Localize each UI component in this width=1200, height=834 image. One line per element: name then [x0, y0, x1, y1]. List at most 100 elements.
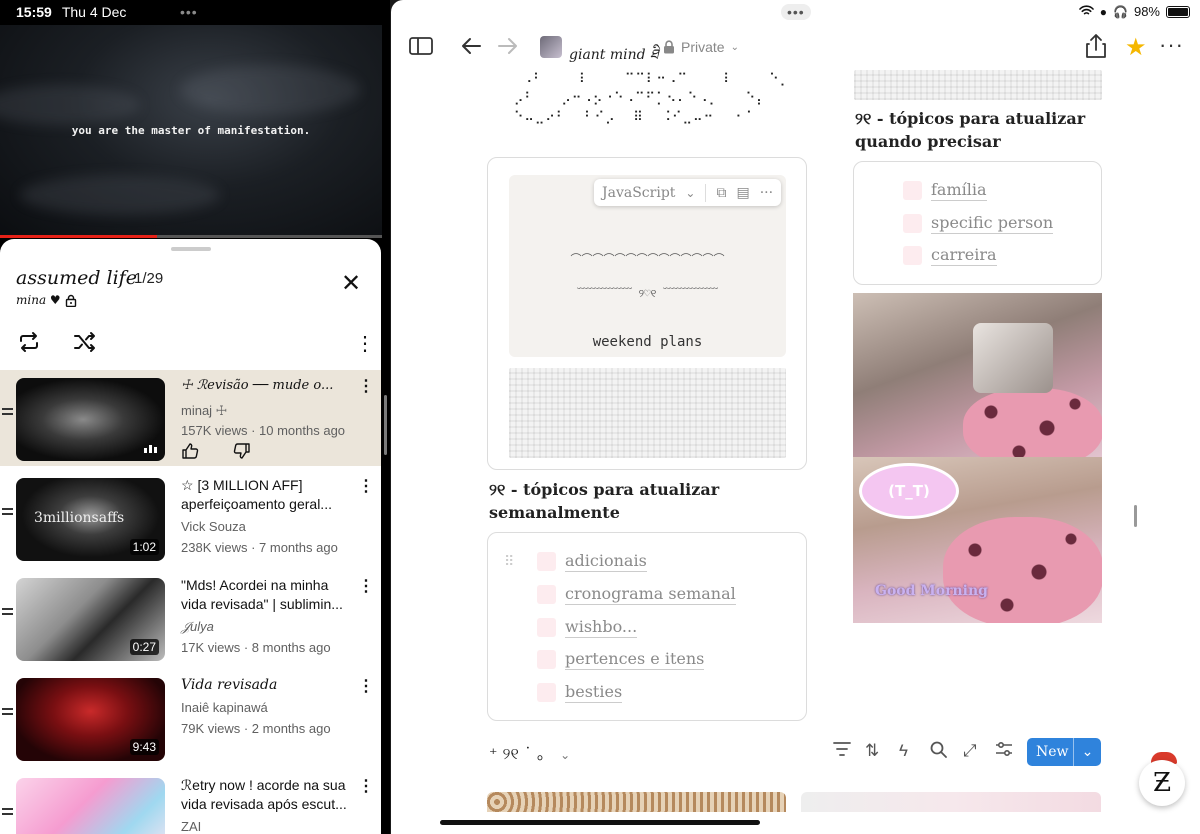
video-channel: ZAI: [181, 819, 202, 834]
loop-button[interactable]: [15, 329, 43, 357]
checkbox[interactable]: [537, 552, 556, 571]
video-thumbnail[interactable]: 3millionsaffs 1:02: [16, 478, 165, 561]
playlist-item[interactable]: 3millionsaffs 1:02 ☆ [3 MILLION AFF] ape…: [0, 470, 381, 566]
divider: [705, 183, 707, 202]
code-block[interactable]: JavaScript ⌄ ⧉ ▤ ··· ︵︵︵︵︵︵︵︵︵︵︵︵︵︵ ﹋﹋﹋﹋…: [509, 175, 786, 438]
filter-icon[interactable]: [833, 741, 851, 762]
todo-item[interactable]: adicionais: [537, 551, 647, 572]
drag-handle-icon[interactable]: ⠿: [504, 553, 514, 570]
workspace-avatar[interactable]: [540, 36, 562, 58]
video-thumbnail[interactable]: [16, 378, 165, 461]
video-channel: minaj ☩: [181, 403, 228, 418]
todo-label[interactable]: adicionais: [565, 551, 647, 572]
playlist-item[interactable]: 9:43 Vida revisada Inaiê kapinawá 79K vi…: [0, 670, 381, 766]
checkbox[interactable]: [903, 214, 922, 233]
database-title[interactable]: ⁺ ୨୧ ˙ ｡ ⌄: [489, 740, 570, 764]
checkbox[interactable]: [903, 246, 922, 265]
todo-label[interactable]: pertences e itens: [565, 649, 705, 670]
playlist-item[interactable]: ℛetry now ! acorde na sua vida revisada …: [0, 770, 381, 834]
todo-label[interactable]: cronograma semanal: [565, 584, 736, 605]
todo-label[interactable]: família: [931, 180, 987, 201]
database-title-text: ⁺ ୨୧ ˙ ｡: [489, 744, 546, 763]
gallery-card[interactable]: [487, 792, 786, 812]
video-channel: 𝒥ulya: [181, 619, 214, 634]
search-icon[interactable]: [930, 741, 947, 763]
video-player[interactable]: you are the master of manifestation.: [0, 25, 382, 237]
photo-collage[interactable]: (T_T) Good Morning: [853, 293, 1102, 623]
video-thumbnail[interactable]: [16, 778, 165, 834]
code-language[interactable]: JavaScript: [602, 185, 675, 201]
video-title[interactable]: ℛetry now ! acorde na sua vida revisada …: [181, 776, 353, 814]
thumbs-up-icon[interactable]: [181, 442, 199, 460]
todo-label[interactable]: wishbo...: [565, 617, 638, 638]
sort-icon[interactable]: ⇅: [865, 741, 879, 761]
checkbox[interactable]: [537, 650, 556, 669]
battery-icon: [1166, 5, 1190, 18]
drag-handle-icon[interactable]: [2, 408, 13, 418]
video-title[interactable]: ☆ [3 MILLION AFF] aperfeiçoamento geral.…: [181, 476, 353, 514]
new-record-button[interactable]: New ⌄: [1027, 738, 1101, 766]
todo-item[interactable]: besties: [537, 682, 623, 703]
shuffle-button[interactable]: [71, 329, 99, 357]
todo-label[interactable]: besties: [565, 682, 623, 703]
back-arrow-icon[interactable]: [459, 34, 483, 64]
checkbox[interactable]: [903, 181, 922, 200]
checkbox[interactable]: [537, 585, 556, 604]
playlist-item[interactable]: ☩ ℛevisão ── mude o... minaj ☩ 157K view…: [0, 370, 381, 466]
code-line-title: weekend plans: [592, 334, 703, 350]
video-title[interactable]: "Mds! Acordei na minha vida revisada" | …: [181, 576, 353, 614]
item-more-icon[interactable]: ⋮: [358, 776, 374, 796]
checkbox[interactable]: [537, 618, 556, 637]
multitask-handle-icon[interactable]: •••: [781, 4, 811, 20]
split-view-scroll-indicator[interactable]: [384, 395, 387, 455]
drag-handle-icon[interactable]: [2, 708, 13, 718]
todo-label[interactable]: carreira: [931, 245, 997, 266]
sidebar-toggle-icon[interactable]: [409, 36, 433, 62]
visibility-selector[interactable]: Private ⌄: [663, 39, 739, 55]
caption-icon[interactable]: ▤: [736, 185, 749, 201]
scroll-indicator[interactable]: [1134, 505, 1137, 527]
todo-item[interactable]: specific person: [903, 213, 1054, 234]
chevron-down-icon[interactable]: ⌄: [1073, 738, 1101, 766]
forward-arrow-icon[interactable]: [496, 34, 520, 64]
playlist-item[interactable]: 0:27 "Mds! Acordei na minha vida revisad…: [0, 570, 381, 666]
notion-ai-button[interactable]: Ƶ: [1139, 760, 1185, 806]
item-more-icon[interactable]: ⋮: [358, 576, 374, 596]
thumbs-down-icon[interactable]: [233, 442, 251, 460]
video-title[interactable]: ☩ ℛevisão ── mude o...: [181, 376, 353, 395]
drag-handle-icon[interactable]: [2, 608, 13, 618]
todo-item[interactable]: pertences e itens: [537, 649, 705, 670]
todo-item[interactable]: carreira: [903, 245, 997, 266]
todo-label[interactable]: specific person: [931, 213, 1054, 234]
chevron-down-icon[interactable]: ⌄: [685, 186, 695, 200]
video-thumbnail[interactable]: 0:27: [16, 578, 165, 661]
more-options-icon[interactable]: ···: [1159, 32, 1184, 58]
video-title[interactable]: Vida revisada: [181, 676, 353, 695]
todo-item[interactable]: cronograma semanal: [537, 584, 736, 605]
todo-item[interactable]: família: [903, 180, 987, 201]
video-progress-bar[interactable]: [0, 235, 382, 238]
multitask-handle-icon[interactable]: •••: [180, 4, 198, 20]
home-indicator[interactable]: [440, 820, 760, 825]
item-more-icon[interactable]: ⋮: [358, 376, 374, 396]
item-more-icon[interactable]: ⋮: [358, 476, 374, 496]
settings-sliders-icon[interactable]: [995, 741, 1013, 762]
chevron-down-icon[interactable]: ⌄: [560, 748, 570, 762]
video-thumbnail[interactable]: 9:43: [16, 678, 165, 761]
lock-icon: [664, 40, 674, 54]
todo-item[interactable]: wishbo...: [537, 617, 638, 638]
more-icon[interactable]: ···: [760, 185, 773, 201]
drag-handle-icon[interactable]: [2, 808, 13, 818]
automation-bolt-icon[interactable]: ϟ: [899, 741, 908, 761]
checkbox[interactable]: [537, 683, 556, 702]
item-more-icon[interactable]: ⋮: [358, 676, 374, 696]
playlist-more-icon[interactable]: ⋮: [355, 331, 375, 356]
gallery-card[interactable]: [801, 792, 1101, 812]
expand-icon[interactable]: ⤢: [963, 741, 977, 761]
favorite-star-icon[interactable]: ★: [1125, 33, 1147, 62]
drag-handle-icon[interactable]: [2, 508, 13, 518]
copy-icon[interactable]: ⧉: [716, 185, 726, 201]
close-playlist-button[interactable]: ✕: [340, 272, 362, 296]
share-icon[interactable]: [1085, 33, 1107, 65]
sheet-grabber[interactable]: [171, 247, 211, 251]
